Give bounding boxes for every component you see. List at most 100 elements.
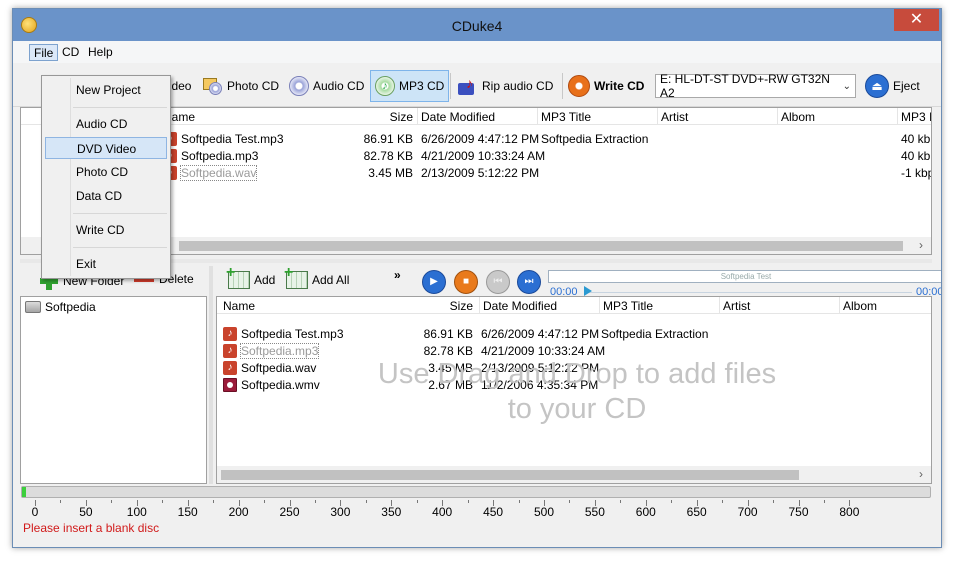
photo-cd-icon (203, 76, 223, 96)
file-name: Softpedia.mp3 (239, 343, 320, 359)
capacity-tick-label: 300 (330, 505, 351, 519)
file-size: 82.78 KB (363, 149, 413, 163)
column-separator[interactable] (479, 297, 480, 314)
column-mp3-title[interactable]: MP3 Title (603, 299, 653, 313)
previous-button[interactable]: ⏮ (486, 270, 510, 294)
eject-icon: ⏏ (865, 74, 889, 98)
file-size: 82.78 KB (423, 344, 473, 358)
photo-cd-label: Photo CD (227, 79, 280, 93)
title-bar: CDuke4 ✕ (13, 9, 941, 41)
file-size: 3.45 MB (368, 166, 413, 180)
close-button[interactable]: ✕ (894, 9, 939, 31)
capacity-tick-label: 50 (79, 505, 93, 519)
menu-cd[interactable]: CD (58, 44, 83, 61)
column-separator[interactable] (839, 297, 840, 314)
add-label: Add (254, 273, 276, 287)
column-separator[interactable] (417, 108, 418, 125)
file-bitrate: 40 kbp (901, 149, 931, 163)
capacity-tick-label: 100 (126, 505, 147, 519)
column-mp3-title[interactable]: MP3 Title (541, 110, 591, 124)
capacity-minor-tick (111, 500, 113, 503)
menu-help[interactable]: Help (84, 44, 117, 61)
scroll-right-icon[interactable]: › (919, 467, 923, 481)
menu-item-write-cd[interactable]: Write CD (45, 219, 167, 241)
menu-item-data-cd[interactable]: Data CD (45, 185, 167, 207)
seek-slider-handle[interactable] (584, 286, 592, 296)
file-date: 6/26/2009 4:47:12 PM (421, 132, 540, 146)
column-artist[interactable]: Artist (723, 299, 750, 313)
column-date-modified[interactable]: Date Modified (483, 299, 557, 313)
column-size[interactable]: Size (357, 110, 413, 124)
column-album[interactable]: Albom (781, 110, 815, 124)
stop-button[interactable]: ■ (454, 270, 478, 294)
vertical-splitter[interactable] (209, 266, 213, 484)
capacity-minor-tick (823, 500, 825, 503)
column-separator[interactable] (599, 297, 600, 314)
capacity-tick-label: 0 (31, 505, 39, 519)
mp3-cd-button[interactable]: ♪ MP3 CD (370, 70, 450, 102)
menu-file[interactable]: File (29, 44, 59, 61)
photo-cd-button[interactable]: Photo CD (199, 70, 283, 102)
capacity-tick-label: 750 (788, 505, 809, 519)
toolbar-separator (450, 73, 451, 99)
scroll-right-icon[interactable]: › (919, 238, 923, 252)
column-separator[interactable] (657, 108, 658, 125)
capacity-minor-tick (569, 500, 571, 503)
file-name: Softpedia.wav (241, 361, 317, 375)
column-mp3-info[interactable]: MP3 In (901, 110, 931, 124)
player-toolbar: Add Add All » ▶ ■ ⏮ ⏭ Softpedia Test 00:… (216, 264, 941, 298)
audio-file-icon: ♪ (223, 327, 237, 341)
capacity-minor-tick (162, 500, 164, 503)
column-separator[interactable] (719, 297, 720, 314)
audio-file-icon: ♪ (223, 344, 237, 358)
file-mp3-title: Softpedia Extraction (541, 132, 649, 146)
column-artist[interactable]: Artist (661, 110, 688, 124)
file-name: Softpedia Test.mp3 (181, 132, 284, 146)
file-size: 86.91 KB (423, 327, 473, 341)
play-button[interactable]: ▶ (422, 270, 446, 294)
audio-cd-button[interactable]: Audio CD (285, 70, 368, 102)
capacity-minor-tick (722, 500, 724, 503)
drive-icon (25, 301, 41, 313)
menu-separator (73, 213, 167, 214)
rip-audio-icon: ♪ (458, 75, 478, 97)
add-files-icon (226, 264, 250, 289)
drive-select-value: E: HL-DT-ST DVD+-RW GT32N A2 (660, 72, 830, 100)
capacity-minor-tick (518, 500, 520, 503)
column-separator[interactable] (897, 108, 898, 125)
audio-file-icon: ♪ (223, 361, 237, 375)
menu-item-photo-cd[interactable]: Photo CD (45, 161, 167, 183)
menu-item-dvd-video[interactable]: DVD Video (45, 137, 167, 159)
column-name[interactable]: Name (223, 299, 255, 313)
track-display: Softpedia Test (548, 270, 941, 283)
add-button[interactable]: Add (226, 264, 276, 289)
column-size[interactable]: Size (417, 299, 473, 313)
table-row[interactable]: ♪ Softpedia Test.mp3 86.91 KB 6/26/2009 … (217, 326, 931, 343)
tree-item-root[interactable]: Softpedia (25, 300, 96, 314)
column-separator[interactable] (777, 108, 778, 125)
menu-item-exit[interactable]: Exit (45, 253, 167, 275)
menu-item-new-project[interactable]: New Project (45, 79, 167, 101)
menu-item-audio-cd[interactable]: Audio CD (45, 113, 167, 135)
drive-select[interactable]: E: HL-DT-ST DVD+-RW GT32N A2 ⌄ (655, 72, 856, 100)
next-button[interactable]: ⏭ (517, 270, 541, 294)
eject-label: Eject (893, 79, 920, 93)
rip-audio-cd-button[interactable]: ♪ Rip audio CD (454, 70, 557, 102)
table-header: Name Size Date Modified MP3 Title Artist… (217, 297, 931, 314)
folder-tree: Softpedia (20, 296, 207, 484)
column-separator[interactable] (537, 108, 538, 125)
rip-audio-cd-label: Rip audio CD (482, 79, 554, 93)
toolbar-separator (562, 73, 563, 99)
column-date-modified[interactable]: Date Modified (421, 110, 495, 124)
write-cd-button[interactable]: Write CD (564, 70, 648, 102)
column-album[interactable]: Albom (843, 299, 877, 313)
scrollbar-thumb[interactable] (179, 241, 903, 251)
toolbar-overflow-icon[interactable]: » (394, 268, 401, 282)
add-all-button[interactable]: Add All (284, 264, 349, 289)
file-size: 86.91 KB (363, 132, 413, 146)
horizontal-scrollbar[interactable]: › (217, 466, 931, 483)
scrollbar-thumb[interactable] (221, 470, 799, 480)
seek-track[interactable] (586, 292, 912, 293)
chevron-down-icon: ⌄ (842, 80, 851, 92)
eject-button[interactable]: ⏏ Eject (861, 70, 924, 102)
